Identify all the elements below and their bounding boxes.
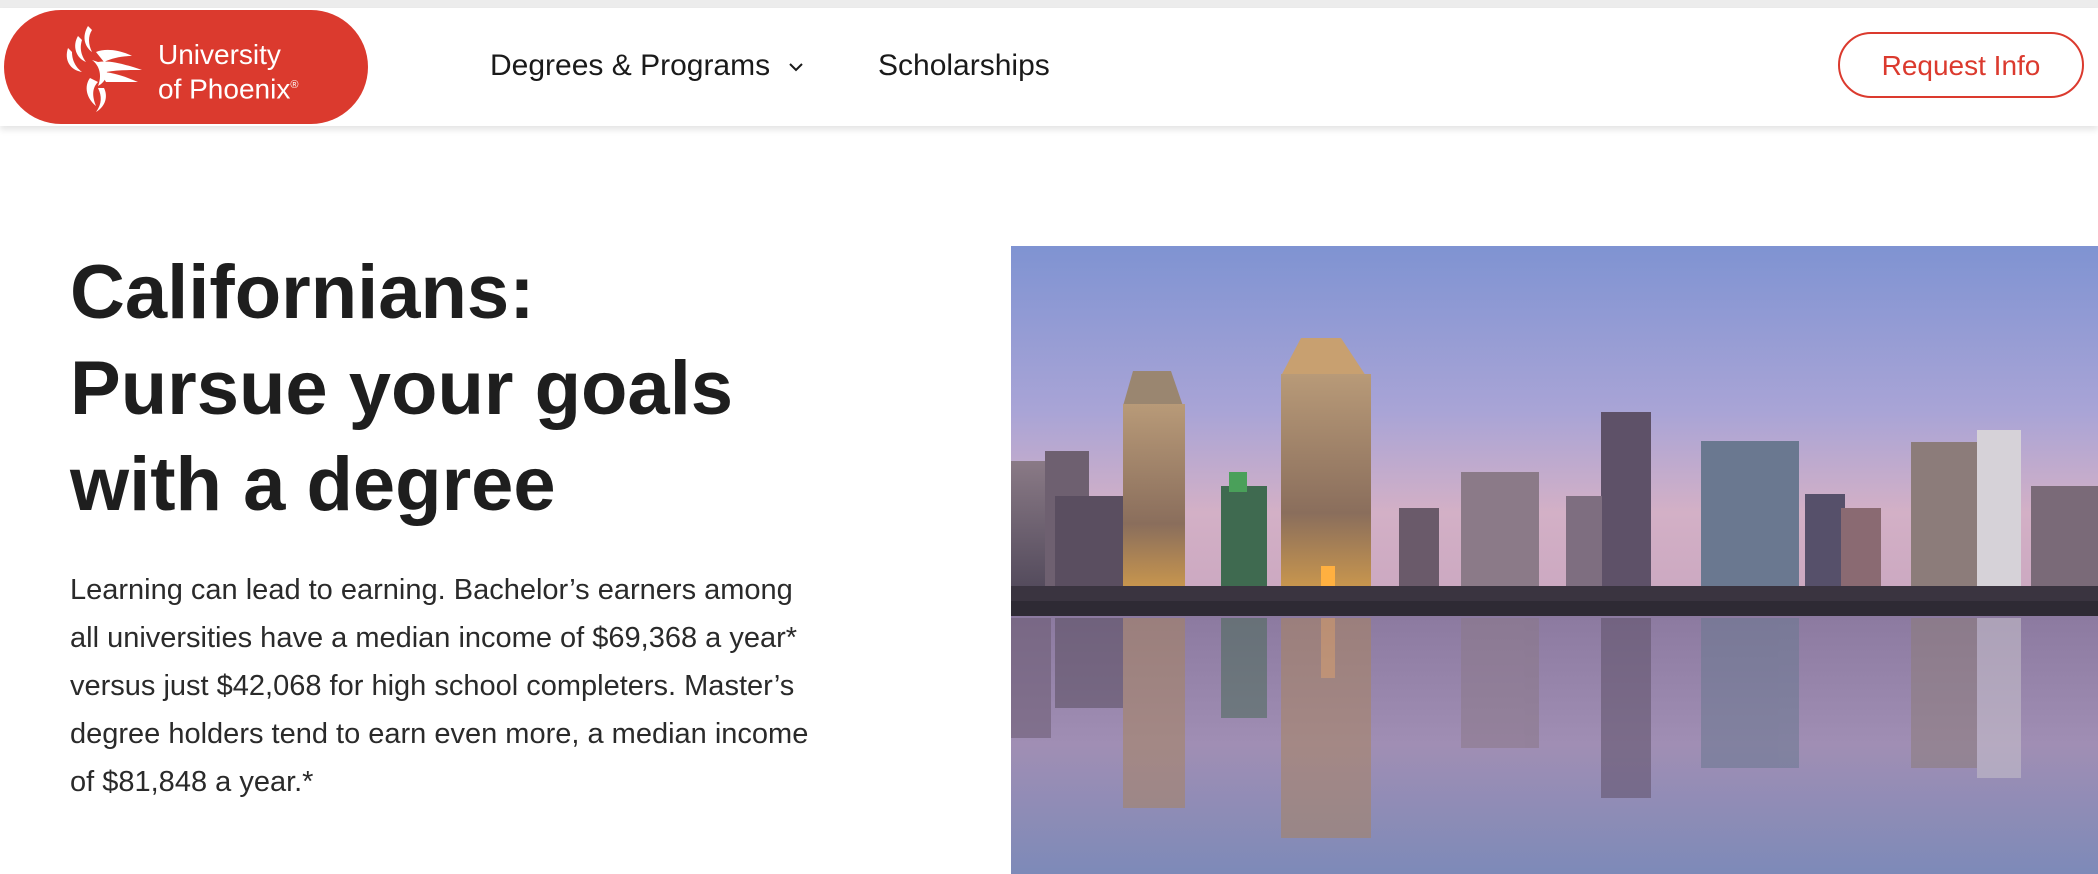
hero-headline-line3: with a degree — [70, 442, 556, 527]
nav-scholarships-label: Scholarships — [878, 49, 1050, 82]
logo-text-line2-label: of Phoenix — [158, 73, 291, 105]
request-info-button[interactable]: Request Info — [1838, 32, 2084, 98]
chevron-down-icon — [789, 63, 804, 72]
logo-wordmark: University of Phoenix® — [158, 40, 298, 104]
university-of-phoenix-logo[interactable]: University of Phoenix® — [4, 10, 368, 124]
top-border — [0, 0, 2098, 8]
logo-text-line1: University — [158, 39, 281, 70]
hero-headline-line1: Californians: — [70, 250, 535, 335]
registered-mark: ® — [290, 79, 299, 91]
logo-text-line2: of Phoenix® — [158, 70, 298, 104]
phoenix-bird-icon — [66, 26, 142, 112]
hero-headline-line2: Pursue your goals — [70, 346, 734, 431]
nav-degrees-programs-label: Degrees & Programs — [490, 49, 771, 82]
hero-body-text: Learning can lead to earning. Bachelor’s… — [70, 574, 809, 798]
nav-scholarships[interactable]: Scholarships — [878, 49, 1050, 83]
site-header: University of Phoenix® Degrees & Program… — [0, 8, 2098, 126]
nav-degrees-programs[interactable]: Degrees & Programs — [490, 49, 806, 83]
city-skyline-waterfront-image — [1011, 246, 2098, 874]
hero-headline: Californians: Pursue your goals with a d… — [70, 245, 950, 533]
